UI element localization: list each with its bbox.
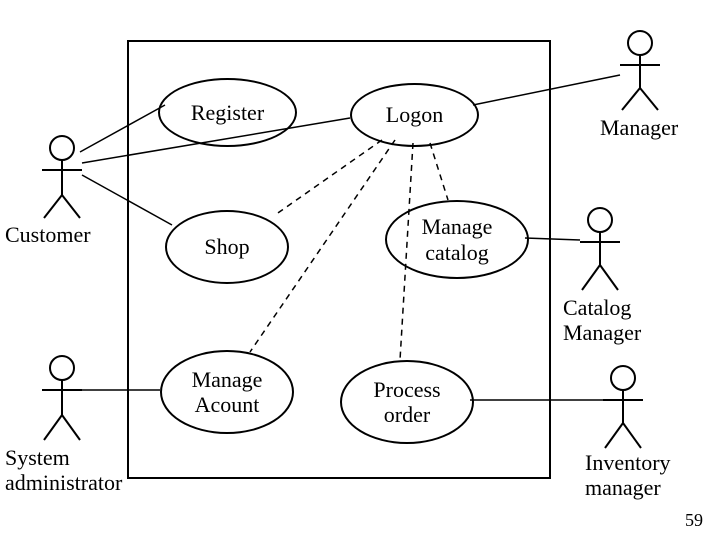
usecase-register: Register (158, 78, 297, 147)
usecase-process-order: Process order (340, 360, 474, 444)
usecase-manage-catalog-label: Manage catalog (422, 214, 493, 265)
actor-inventory-manager-label: Inventory manager (585, 450, 671, 501)
actor-customer-label: Customer (5, 222, 91, 247)
usecase-shop-label: Shop (204, 234, 249, 259)
actor-customer-icon (42, 136, 82, 218)
usecase-logon: Logon (350, 83, 479, 147)
actor-manager-icon (620, 31, 660, 110)
actor-catalog-manager-label: Catalog Manager (563, 295, 641, 346)
usecase-shop: Shop (165, 210, 289, 284)
actor-system-admin-icon (42, 356, 82, 440)
usecase-manage-account-label: Manage Acount (192, 367, 263, 418)
usecase-register-label: Register (191, 100, 264, 125)
actor-inventory-manager-icon (603, 366, 643, 448)
usecase-logon-label: Logon (386, 102, 443, 127)
usecase-manage-catalog: Manage catalog (385, 200, 529, 279)
actor-system-admin-label: System administrator (5, 445, 122, 496)
use-case-diagram: Register Logon Shop Manage catalog Manag… (0, 0, 720, 540)
actor-manager-label: Manager (600, 115, 678, 140)
usecase-process-order-label: Process order (373, 377, 440, 428)
actor-catalog-manager-icon (580, 208, 620, 290)
usecase-manage-account: Manage Acount (160, 350, 294, 434)
page-number: 59 (685, 510, 703, 531)
